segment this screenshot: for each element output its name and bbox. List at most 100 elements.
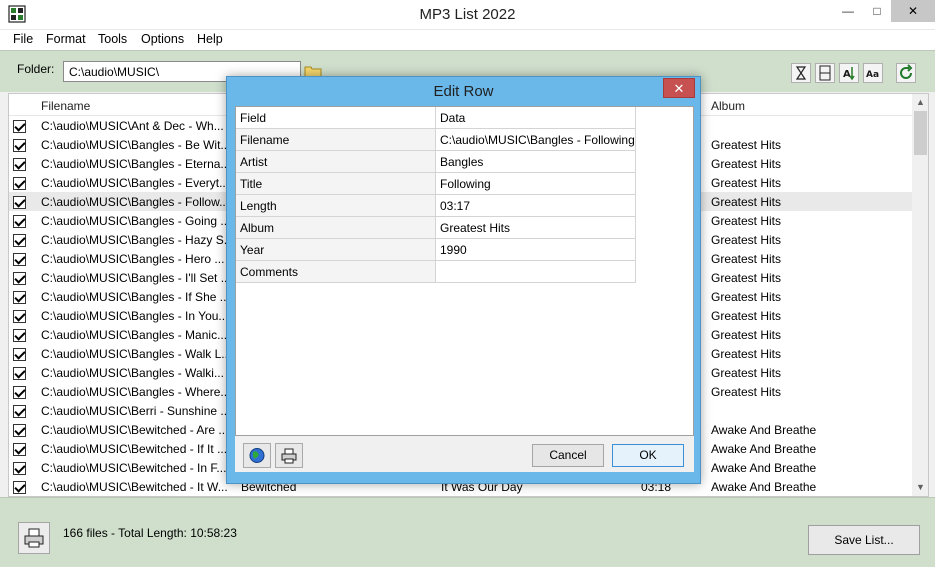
row-checkbox[interactable] (13, 158, 26, 171)
print-button[interactable] (18, 522, 50, 554)
row-checkbox[interactable] (13, 177, 26, 190)
status-summary: 166 files - Total Length: 10:58:23 (63, 526, 237, 540)
row-checkbox[interactable] (13, 291, 26, 304)
cell-filename: C:\audio\MUSIC\Ant & Dec - Wh... (41, 119, 224, 133)
row-checkbox[interactable] (13, 139, 26, 152)
cell-filename: C:\audio\MUSIC\Bangles - Be Wit... (41, 138, 231, 152)
grid-row: Comments (236, 261, 636, 283)
grid-field-label: Length (236, 195, 436, 217)
cell-album: Greatest Hits (711, 271, 782, 285)
cell-filename: C:\audio\MUSIC\Bangles - Hero ... (41, 252, 225, 266)
cell-filename: C:\audio\MUSIC\Bewitched - If It ... (41, 442, 228, 456)
dialog-title: Edit Row (433, 83, 494, 100)
cell-filename: C:\audio\MUSIC\Bewitched - Are ... (41, 423, 229, 437)
menu-tools[interactable]: Tools (98, 32, 127, 46)
grid-row: Album Greatest Hits (236, 217, 636, 239)
scroll-down-icon[interactable]: ▼ (912, 479, 928, 496)
row-checkbox[interactable] (13, 234, 26, 247)
sort-icon[interactable]: A (839, 63, 859, 83)
ok-button[interactable]: OK (612, 444, 684, 467)
maximize-button[interactable]: □ (863, 0, 891, 22)
grid-field-value[interactable]: C:\audio\MUSIC\Bangles - Following (436, 129, 636, 151)
grid-field-label: Album (236, 217, 436, 239)
font-icon[interactable]: Aa (863, 63, 883, 83)
grid-field-value[interactable]: 03:17 (436, 195, 636, 217)
cell-filename: C:\audio\MUSIC\Bewitched - It W... (41, 480, 228, 494)
hourglass-icon[interactable] (791, 63, 811, 83)
scroll-up-icon[interactable]: ▲ (912, 94, 928, 111)
scroll-thumb[interactable] (914, 111, 927, 155)
cell-album: Greatest Hits (711, 290, 782, 304)
dialog-body: Field Data Filename C:\audio\MUSIC\Bangle… (235, 106, 694, 472)
cell-filename: C:\audio\MUSIC\Bangles - Follow... (41, 195, 230, 209)
row-checkbox[interactable] (13, 215, 26, 228)
grid-field-value[interactable]: 1990 (436, 239, 636, 261)
row-checkbox[interactable] (13, 443, 26, 456)
grid-field-label: Year (236, 239, 436, 261)
grid-row: Artist Bangles (236, 151, 636, 173)
grid-field-label: Title (236, 173, 436, 195)
svg-text:Aa: Aa (866, 70, 879, 80)
cell-album: Greatest Hits (711, 233, 782, 247)
row-checkbox[interactable] (13, 196, 26, 209)
row-checkbox[interactable] (13, 462, 26, 475)
grid-field-value[interactable]: Bangles (436, 151, 636, 173)
menu-file[interactable]: File (13, 32, 33, 46)
row-checkbox[interactable] (13, 253, 26, 266)
grid-header: Field Data (236, 107, 636, 129)
column-header-filename[interactable]: Filename (41, 99, 90, 113)
save-list-button[interactable]: Save List... (808, 525, 920, 555)
cell-album: Greatest Hits (711, 214, 782, 228)
cell-album: Greatest Hits (711, 195, 782, 209)
cell-album: Greatest Hits (711, 176, 782, 190)
dialog-close-button[interactable]: ✕ (663, 78, 695, 98)
grid-field-value[interactable]: Following (436, 173, 636, 195)
cell-album: Greatest Hits (711, 347, 782, 361)
refresh-icon[interactable] (896, 63, 916, 83)
cell-filename: C:\audio\MUSIC\Berri - Sunshine ... (41, 404, 231, 418)
menu-format[interactable]: Format (46, 32, 86, 46)
folder-label: Folder: (17, 62, 55, 76)
grid-row: Year 1990 (236, 239, 636, 261)
columns-icon[interactable] (815, 63, 835, 83)
menu-options[interactable]: Options (141, 32, 184, 46)
close-button[interactable]: ✕ (891, 0, 935, 22)
cell-filename: C:\audio\MUSIC\Bangles - I'll Set ... (41, 271, 231, 285)
cell-filename: C:\audio\MUSIC\Bangles - Manic... (41, 328, 228, 342)
row-checkbox[interactable] (13, 386, 26, 399)
cell-album: Awake And Breathe (711, 423, 817, 437)
row-checkbox[interactable] (13, 481, 26, 494)
web-lookup-button[interactable] (243, 443, 271, 468)
row-checkbox[interactable] (13, 329, 26, 342)
grid-row: Filename C:\audio\MUSIC\Bangles - Followi… (236, 129, 636, 151)
cancel-button[interactable]: Cancel (532, 444, 604, 467)
row-checkbox[interactable] (13, 120, 26, 133)
row-checkbox[interactable] (13, 405, 26, 418)
grid-field-value[interactable] (436, 261, 636, 283)
cell-filename: C:\audio\MUSIC\Bangles - Everyt... (41, 176, 230, 190)
svg-text:A: A (843, 69, 851, 80)
cell-album: Greatest Hits (711, 328, 782, 342)
print-row-button[interactable] (275, 443, 303, 468)
cell-album: Greatest Hits (711, 309, 782, 323)
cell-filename: C:\audio\MUSIC\Bangles - Walki... (41, 366, 224, 380)
grid-row: Title Following (236, 173, 636, 195)
grid-field-label: Artist (236, 151, 436, 173)
grid-field-label: Filename (236, 129, 436, 151)
grid-field-value[interactable]: Greatest Hits (436, 217, 636, 239)
status-bar: 166 files - Total Length: 10:58:23 Save … (0, 497, 935, 567)
row-checkbox[interactable] (13, 367, 26, 380)
cell-album: Awake And Breathe (711, 442, 817, 456)
cell-filename: C:\audio\MUSIC\Bangles - In You... (41, 309, 229, 323)
cell-filename: C:\audio\MUSIC\Bangles - Walk L... (41, 347, 231, 361)
row-checkbox[interactable] (13, 424, 26, 437)
vertical-scrollbar[interactable]: ▲ ▼ (912, 94, 928, 496)
cell-album: Greatest Hits (711, 138, 782, 152)
minimize-button[interactable]: — (834, 0, 862, 22)
column-header-album[interactable]: Album (711, 99, 745, 113)
menu-help[interactable]: Help (197, 32, 223, 46)
row-checkbox[interactable] (13, 310, 26, 323)
grid-header-data: Data (436, 107, 636, 129)
row-checkbox[interactable] (13, 348, 26, 361)
row-checkbox[interactable] (13, 272, 26, 285)
